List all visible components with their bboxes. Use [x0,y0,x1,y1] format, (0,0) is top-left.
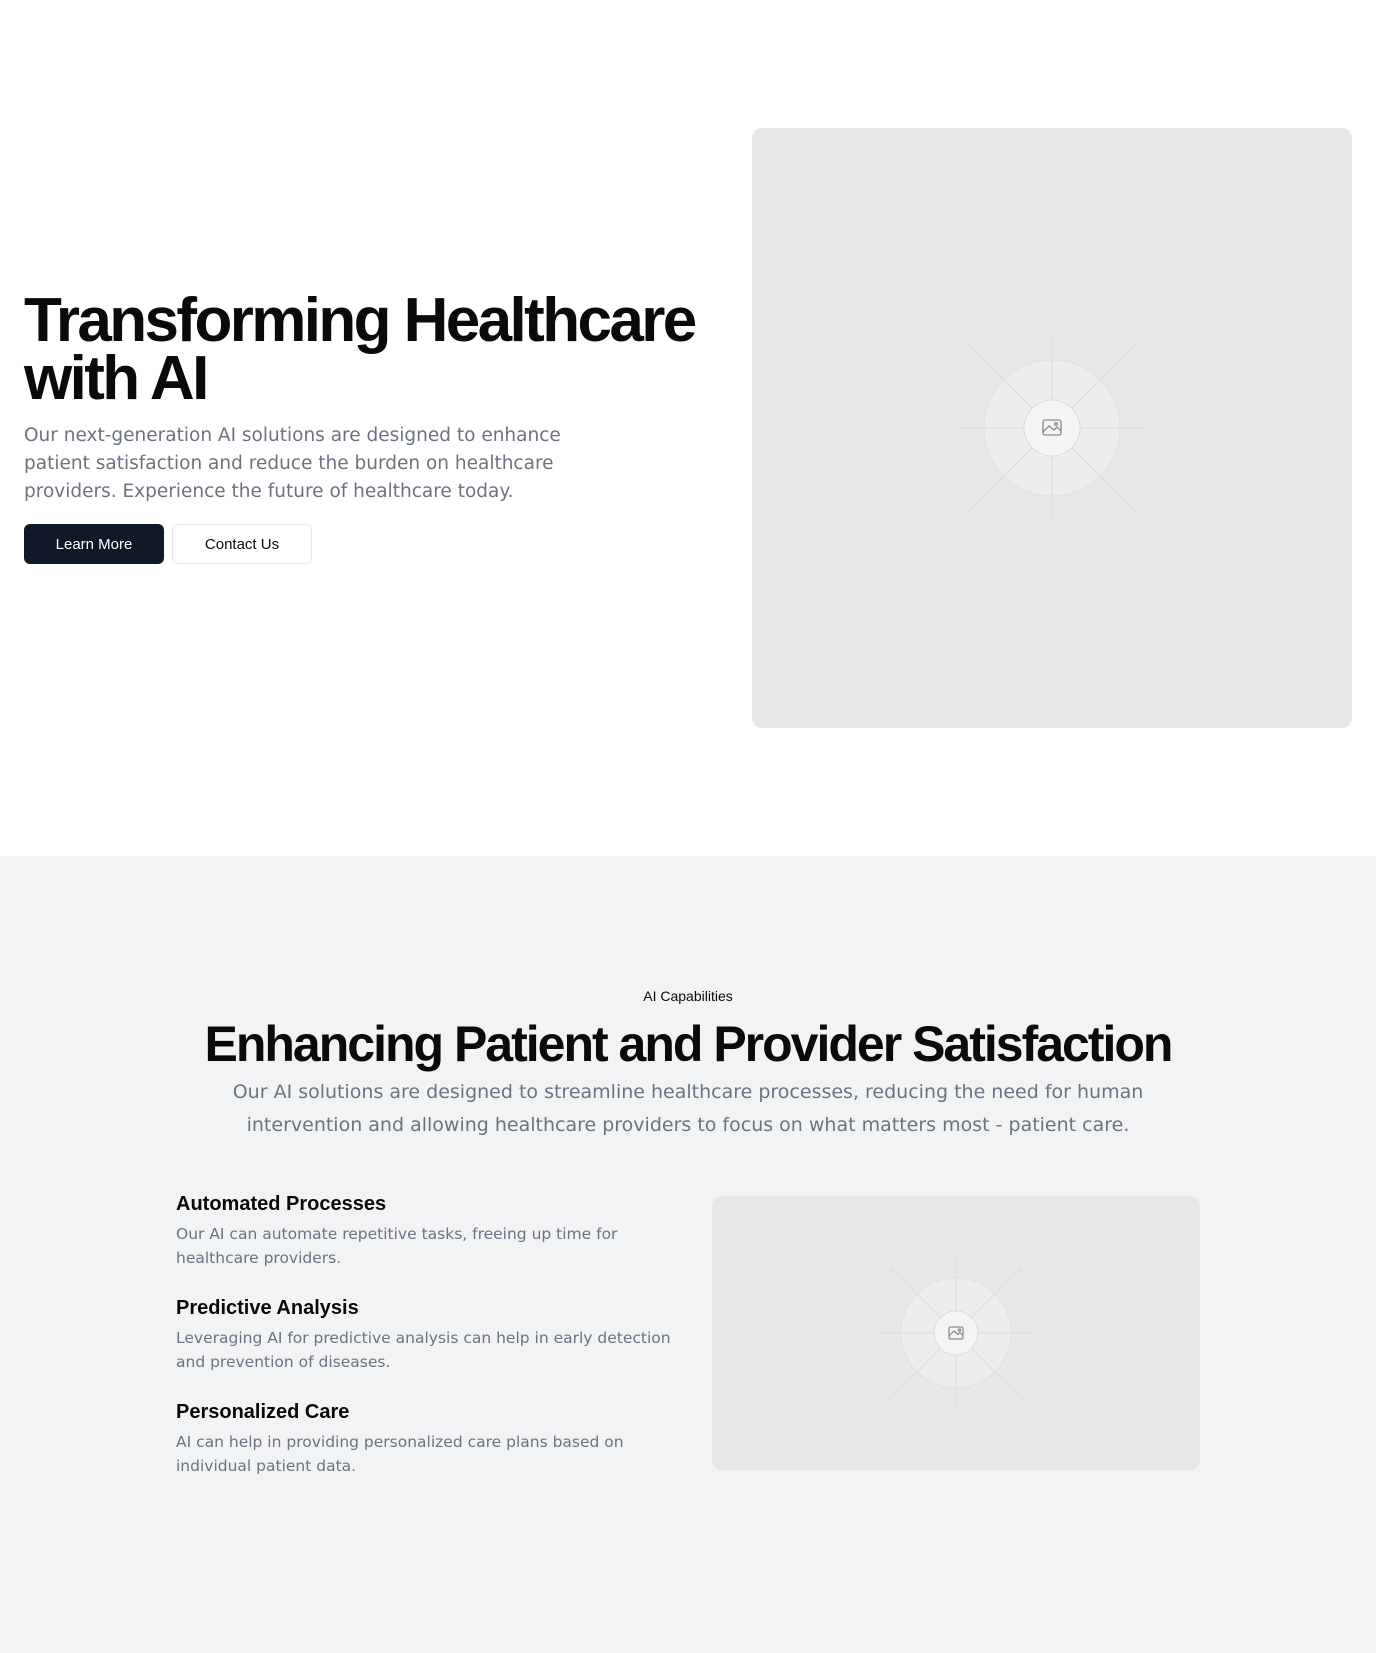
feature-item-personalized-care: Personalized Care AI can help in providi… [176,1398,676,1478]
hero-subtitle: Our next-generation AI solutions are des… [24,425,561,502]
learn-more-button[interactable]: Learn More [24,524,164,564]
feature-item-predictive-analysis: Predictive Analysis Leveraging AI for pr… [176,1294,676,1374]
contact-us-button[interactable]: Contact Us [172,524,312,564]
feature-item-automated-processes: Automated Processes Our AI can automate … [176,1190,676,1270]
feature-title: Automated Processes [176,1193,387,1215]
image-placeholder-graphic [881,1258,1031,1408]
feature-description: Leveraging AI for predictive analysis ca… [176,1329,671,1371]
section-subtitle: Our AI solutions are designed to streaml… [232,1081,1144,1136]
image-placeholder-graphic [957,333,1147,523]
feature-title: Personalized Care [176,1401,350,1423]
section-eyebrow: AI Capabilities [643,988,733,1004]
hero-image-placeholder [752,128,1352,728]
hero-title-line2: with AI [24,344,209,413]
section-title: Enhancing Patient and Provider Satisfact… [204,1016,1174,1072]
feature-description: Our AI can automate repetitive tasks, fr… [176,1225,618,1267]
hero-content: Transforming Healthcare with AI Our next… [24,290,704,564]
feature-list: Automated Processes Our AI can automate … [176,1190,676,1502]
feature-description: AI can help in providing personalized ca… [176,1433,624,1475]
hero-title: Transforming Healthcare with AI [24,290,704,410]
feature-title: Predictive Analysis [176,1297,359,1319]
hero-section: Transforming Healthcare with AI Our next… [0,0,1376,856]
features-section: AI Capabilities Enhancing Patient and Pr… [0,856,1376,1653]
feature-image-placeholder [712,1196,1200,1470]
hero-buttons: Learn More Contact Us [24,524,704,564]
